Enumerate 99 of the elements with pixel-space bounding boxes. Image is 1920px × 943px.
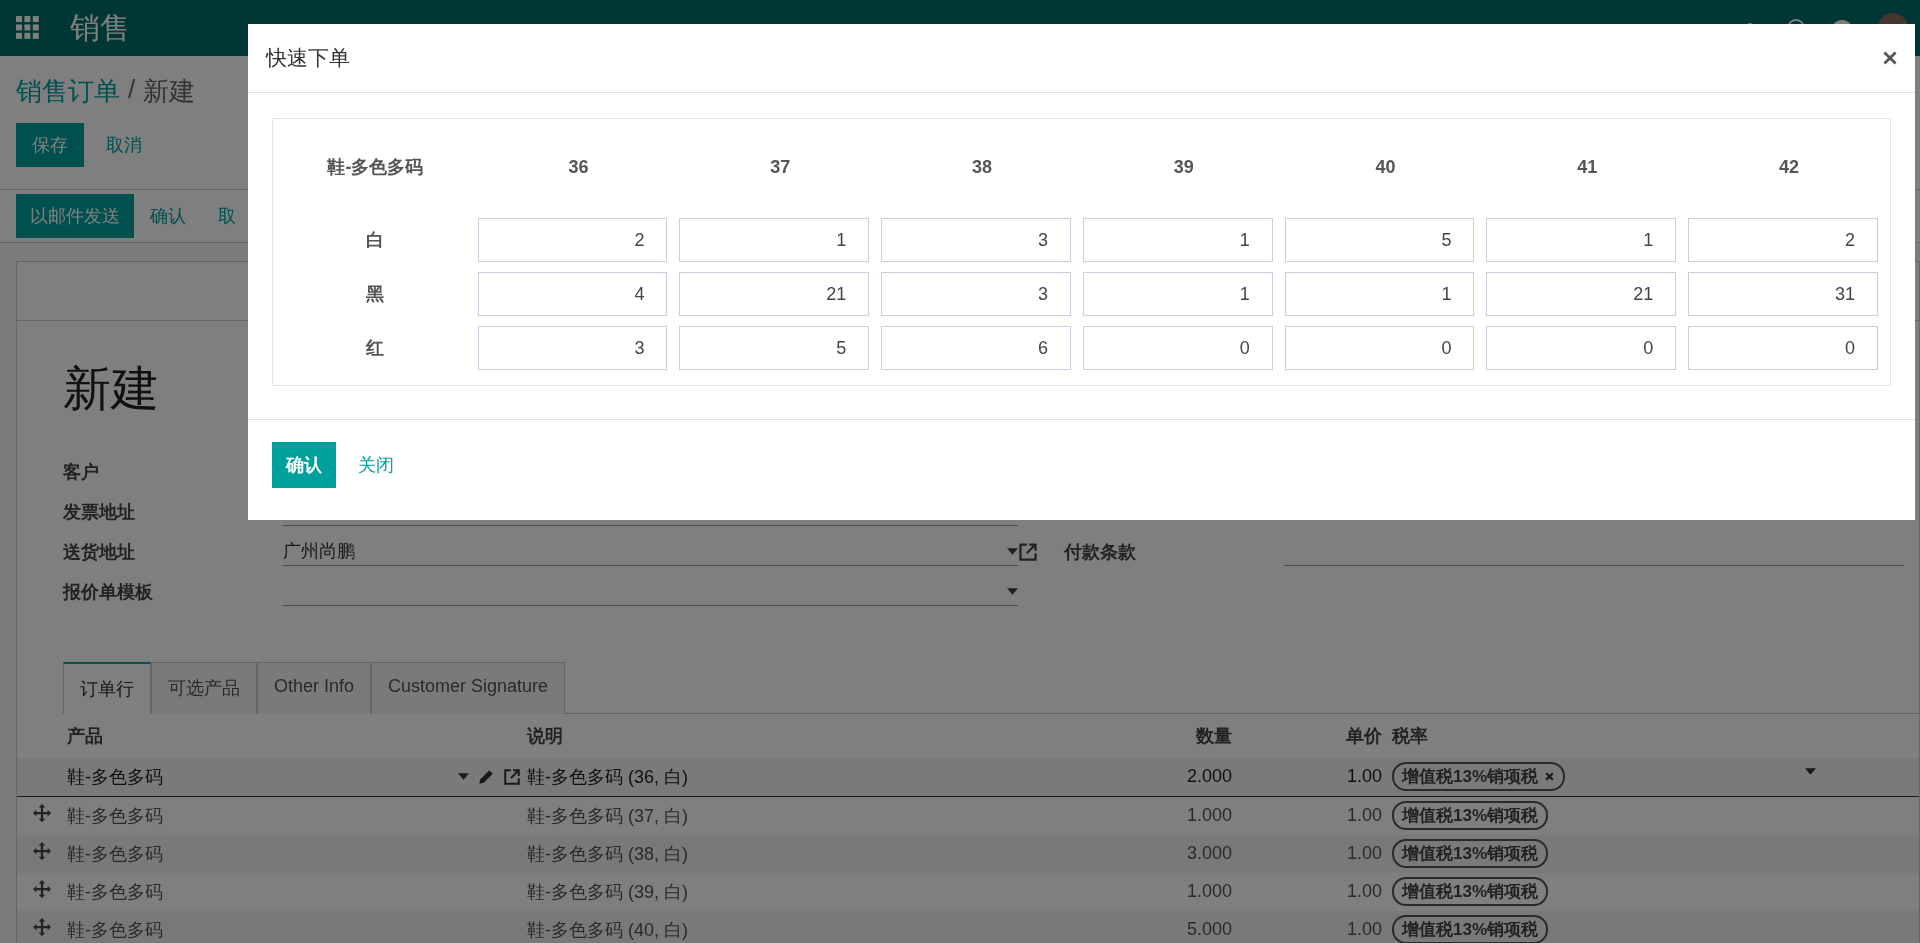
table-cell: 1.00 bbox=[1346, 805, 1382, 826]
field-label: 发票地址 bbox=[63, 500, 136, 524]
tax-tag: 增值税13%销项税 bbox=[1392, 915, 1549, 943]
quantity-input[interactable]: 2 bbox=[1688, 218, 1878, 262]
quantity-input[interactable]: 31 bbox=[1688, 272, 1878, 316]
move-handle-icon[interactable] bbox=[33, 842, 51, 861]
apps-grid-icon[interactable] bbox=[16, 16, 40, 40]
quantity-input[interactable]: 3 bbox=[477, 326, 668, 370]
grid-corner-label: 鞋-多色多码 bbox=[326, 156, 425, 179]
breadcrumb-current: 新建 bbox=[143, 75, 196, 108]
quantity-input[interactable]: 1 bbox=[1083, 218, 1273, 262]
quantity-input[interactable]: 1 bbox=[679, 218, 870, 262]
field-label: 付款条款 bbox=[1064, 540, 1137, 564]
column-header[interactable]: 说明 bbox=[527, 725, 563, 746]
size-header: 41 bbox=[1576, 156, 1599, 178]
color-label: 红 bbox=[364, 337, 386, 360]
caret-icon bbox=[1007, 547, 1018, 555]
quantity-input[interactable]: 21 bbox=[1486, 272, 1677, 316]
caret-icon bbox=[458, 773, 469, 781]
tab[interactable]: 可选产品 bbox=[151, 661, 257, 714]
size-header: 38 bbox=[971, 156, 994, 178]
table-cell: 5.000 bbox=[1186, 919, 1232, 940]
quantity-input[interactable]: 0 bbox=[1688, 326, 1878, 370]
table-cell: 鞋-多色多码 (39, 白) bbox=[527, 881, 688, 902]
description-field[interactable]: 鞋-多色多码 (36, 白) bbox=[527, 766, 688, 787]
field-label: 报价单模板 bbox=[63, 580, 154, 604]
move-handle-icon[interactable] bbox=[33, 880, 51, 899]
table-cell: 1.000 bbox=[1186, 881, 1232, 902]
breadcrumb-link[interactable]: 销售订单 bbox=[16, 74, 120, 109]
tax-tag: 增值税13%销项税 bbox=[1392, 877, 1549, 907]
table-cell: 鞋-多色多码 (40, 白) bbox=[527, 919, 688, 940]
quantity-input[interactable]: 6 bbox=[881, 326, 1071, 370]
tab[interactable]: Other Info bbox=[257, 661, 372, 714]
table-cell: 鞋-多色多码 bbox=[67, 843, 163, 864]
quantity-input[interactable]: 3 bbox=[881, 218, 1071, 262]
quantity-input[interactable]: 5 bbox=[679, 326, 870, 370]
close-icon[interactable] bbox=[1883, 51, 1897, 65]
external-link-icon[interactable] bbox=[503, 767, 521, 786]
quantity-input[interactable]: 4 bbox=[477, 272, 668, 316]
size-header: 37 bbox=[769, 156, 792, 178]
tax-tag: 增值税13%销项税 bbox=[1392, 762, 1566, 792]
quantity-input[interactable]: 21 bbox=[679, 272, 870, 316]
action-button[interactable]: 取 bbox=[202, 194, 252, 238]
field-label: 客户 bbox=[63, 460, 100, 484]
move-handle-icon[interactable] bbox=[33, 804, 51, 823]
size-header: 42 bbox=[1778, 156, 1801, 178]
table-cell: 1.00 bbox=[1346, 881, 1382, 902]
breadcrumb-separator: / bbox=[128, 74, 136, 106]
table-cell: 1.000 bbox=[1186, 805, 1232, 826]
tax-tag: 增值税13%销项税 bbox=[1392, 839, 1549, 869]
color-label: 白 bbox=[365, 229, 386, 252]
external-link-icon[interactable] bbox=[1018, 541, 1038, 562]
price-field[interactable]: 1.00 bbox=[1346, 766, 1382, 787]
table-cell: 鞋-多色多码 bbox=[67, 805, 163, 826]
product-field[interactable]: 鞋-多色多码 bbox=[67, 764, 163, 789]
quantity-input[interactable]: 3 bbox=[881, 272, 1071, 316]
app-title: 销售 bbox=[70, 9, 130, 46]
close-button[interactable]: 关闭 bbox=[344, 442, 408, 488]
action-button[interactable]: 确认 bbox=[134, 194, 202, 238]
table-cell: 鞋-多色多码 (37, 白) bbox=[527, 805, 688, 826]
quantity-input[interactable]: 0 bbox=[1284, 326, 1475, 370]
size-header: 39 bbox=[1172, 156, 1195, 178]
move-handle-icon[interactable] bbox=[33, 918, 51, 937]
column-header[interactable]: 产品 bbox=[67, 725, 103, 746]
tab[interactable]: 订单行 bbox=[63, 661, 151, 714]
quantity-input[interactable]: 2 bbox=[477, 218, 668, 262]
column-header[interactable]: 单价 bbox=[1346, 725, 1382, 746]
tab[interactable]: Customer Signature bbox=[371, 661, 566, 714]
quantity-input[interactable]: 0 bbox=[1083, 326, 1273, 370]
caret-icon bbox=[1805, 768, 1816, 776]
quantity-input[interactable]: 5 bbox=[1284, 218, 1475, 262]
quantity-input[interactable]: 1 bbox=[1486, 218, 1677, 262]
pencil-icon[interactable] bbox=[477, 767, 495, 786]
quantity-field[interactable]: 2.000 bbox=[1186, 766, 1232, 787]
size-header: 40 bbox=[1374, 156, 1397, 178]
dialog-title: 快速下单 bbox=[266, 45, 350, 71]
caret-icon bbox=[1007, 587, 1018, 595]
table-cell: 1.00 bbox=[1346, 843, 1382, 864]
table-cell: 1.00 bbox=[1346, 919, 1382, 940]
table-cell: 3.000 bbox=[1186, 843, 1232, 864]
column-header[interactable]: 数量 bbox=[1196, 725, 1232, 746]
save-button[interactable]: 保存 bbox=[16, 123, 84, 167]
tax-tag: 增值税13%销项税 bbox=[1392, 801, 1549, 831]
field-label: 送货地址 bbox=[63, 540, 136, 564]
table-cell: 鞋-多色多码 (38, 白) bbox=[527, 843, 688, 864]
color-label: 黑 bbox=[365, 283, 386, 306]
record-title: 新建 bbox=[63, 363, 159, 416]
size-header: 36 bbox=[567, 156, 590, 178]
table-cell: 鞋-多色多码 bbox=[67, 881, 163, 902]
select-field[interactable]: 广州尚鹏 bbox=[283, 537, 1018, 567]
quantity-input[interactable]: 1 bbox=[1284, 272, 1475, 316]
table-cell: 鞋-多色多码 bbox=[67, 919, 163, 940]
action-button[interactable]: 以邮件发送 bbox=[16, 194, 134, 238]
quantity-input[interactable]: 0 bbox=[1486, 326, 1677, 370]
column-header[interactable]: 税率 bbox=[1392, 725, 1428, 746]
confirm-button[interactable]: 确认 bbox=[272, 442, 336, 488]
discard-button[interactable]: 取消 bbox=[90, 123, 158, 167]
remove-icon[interactable] bbox=[1544, 771, 1556, 783]
quantity-input[interactable]: 1 bbox=[1083, 272, 1273, 316]
